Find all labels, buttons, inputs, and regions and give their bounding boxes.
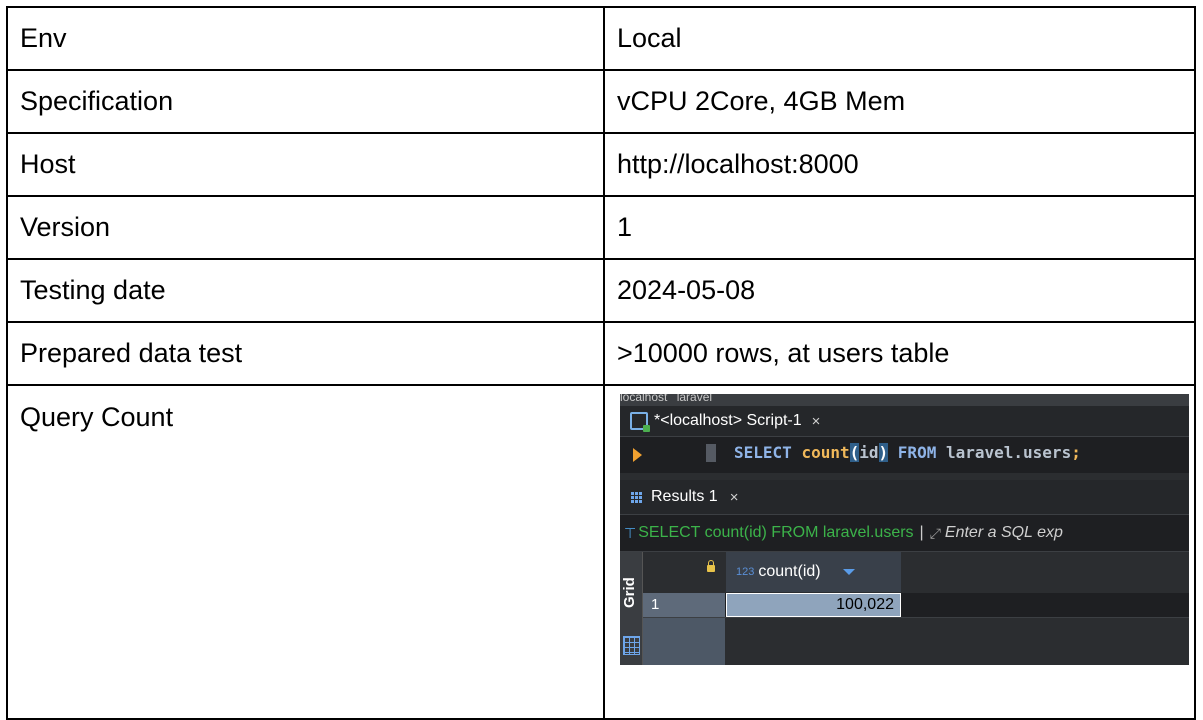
editor-tabbar: *<localhost> Script-1 ×	[620, 406, 1189, 437]
row-key: Env	[6, 6, 605, 71]
filter-sql-text: SELECT count(id) FROM laravel.users	[638, 524, 914, 541]
table-row: Version 1	[6, 195, 1196, 260]
spec-table: Env Local Specification vCPU 2Core, 4GB …	[6, 6, 1196, 720]
row-key: Version	[6, 195, 605, 260]
row-key: Host	[6, 132, 605, 197]
tab-label: *<localhost> Script-1	[654, 412, 802, 429]
row-key: Specification	[6, 69, 605, 134]
row-number: 1	[643, 593, 725, 617]
grid-empty-area	[643, 618, 1189, 665]
row-key: Prepared data test	[6, 321, 605, 386]
row-value: http://localhost:8000	[603, 132, 1196, 197]
table-row: 1 100,022	[643, 593, 1189, 618]
grid-sidebar: Grid	[620, 552, 643, 665]
close-icon[interactable]: ×	[812, 413, 821, 430]
row-value: >10000 rows, at users table	[603, 321, 1196, 386]
row-value: vCPU 2Core, 4GB Mem	[603, 69, 1196, 134]
row-value: 2024-05-08	[603, 258, 1196, 323]
results-tab-label: Results 1	[651, 488, 718, 505]
grid-header: 123 count(id)	[643, 552, 1189, 592]
expand-icon[interactable]: ⤢	[930, 525, 941, 542]
filter-icon: ⊤	[624, 524, 637, 541]
query-screenshot: localhost laravel *<localhost> Script-1 …	[620, 394, 1189, 665]
line-marker	[706, 444, 716, 462]
results-tabbar: Results 1 ×	[620, 480, 1189, 515]
grid-side-label[interactable]: Grid	[621, 558, 641, 608]
table-row: Env Local	[6, 6, 1196, 71]
tab-script[interactable]: *<localhost> Script-1 ×	[630, 406, 820, 436]
row-number-column	[643, 618, 725, 665]
table-row: Query Count localhost laravel *<localhos…	[6, 384, 1196, 720]
sql-statement: SELECT count(id) FROM laravel.users;	[734, 443, 1081, 462]
grid-icon[interactable]	[623, 636, 640, 655]
database-label: laravel	[676, 394, 713, 404]
lock-icon	[707, 560, 715, 572]
results-grid-icon	[630, 490, 643, 504]
toolbar: localhost laravel	[620, 394, 1189, 406]
chevron-down-icon[interactable]	[842, 569, 855, 575]
filter-bar[interactable]: ⊤ SELECT count(id) FROM laravel.users | …	[620, 515, 1189, 552]
row-value: localhost laravel *<localhost> Script-1 …	[603, 384, 1196, 720]
row-value: Local	[603, 6, 1196, 71]
run-arrow-icon[interactable]	[633, 448, 642, 462]
table-row: Testing date 2024-05-08	[6, 258, 1196, 323]
column-header[interactable]: 123 count(id)	[726, 552, 901, 592]
column-type: 123	[736, 566, 755, 578]
row-key: Testing date	[6, 258, 605, 323]
column-name: count(id)	[758, 563, 821, 580]
sql-editor[interactable]: SELECT count(id) FROM laravel.users;	[620, 437, 1189, 473]
close-icon[interactable]: ×	[730, 489, 739, 506]
table-row: Prepared data test >10000 rows, at users…	[6, 321, 1196, 386]
table-row: Host http://localhost:8000	[6, 132, 1196, 197]
row-key: Query Count	[6, 384, 605, 720]
divider: |	[919, 524, 924, 541]
table-row: Specification vCPU 2Core, 4GB Mem	[6, 69, 1196, 134]
tab-results[interactable]: Results 1 ×	[630, 480, 738, 514]
script-icon	[630, 412, 650, 432]
filter-input[interactable]: Enter a SQL exp	[945, 524, 1063, 542]
connection-label: localhost	[620, 394, 668, 404]
row-value: 1	[603, 195, 1196, 260]
result-cell[interactable]: 100,022	[726, 593, 901, 617]
